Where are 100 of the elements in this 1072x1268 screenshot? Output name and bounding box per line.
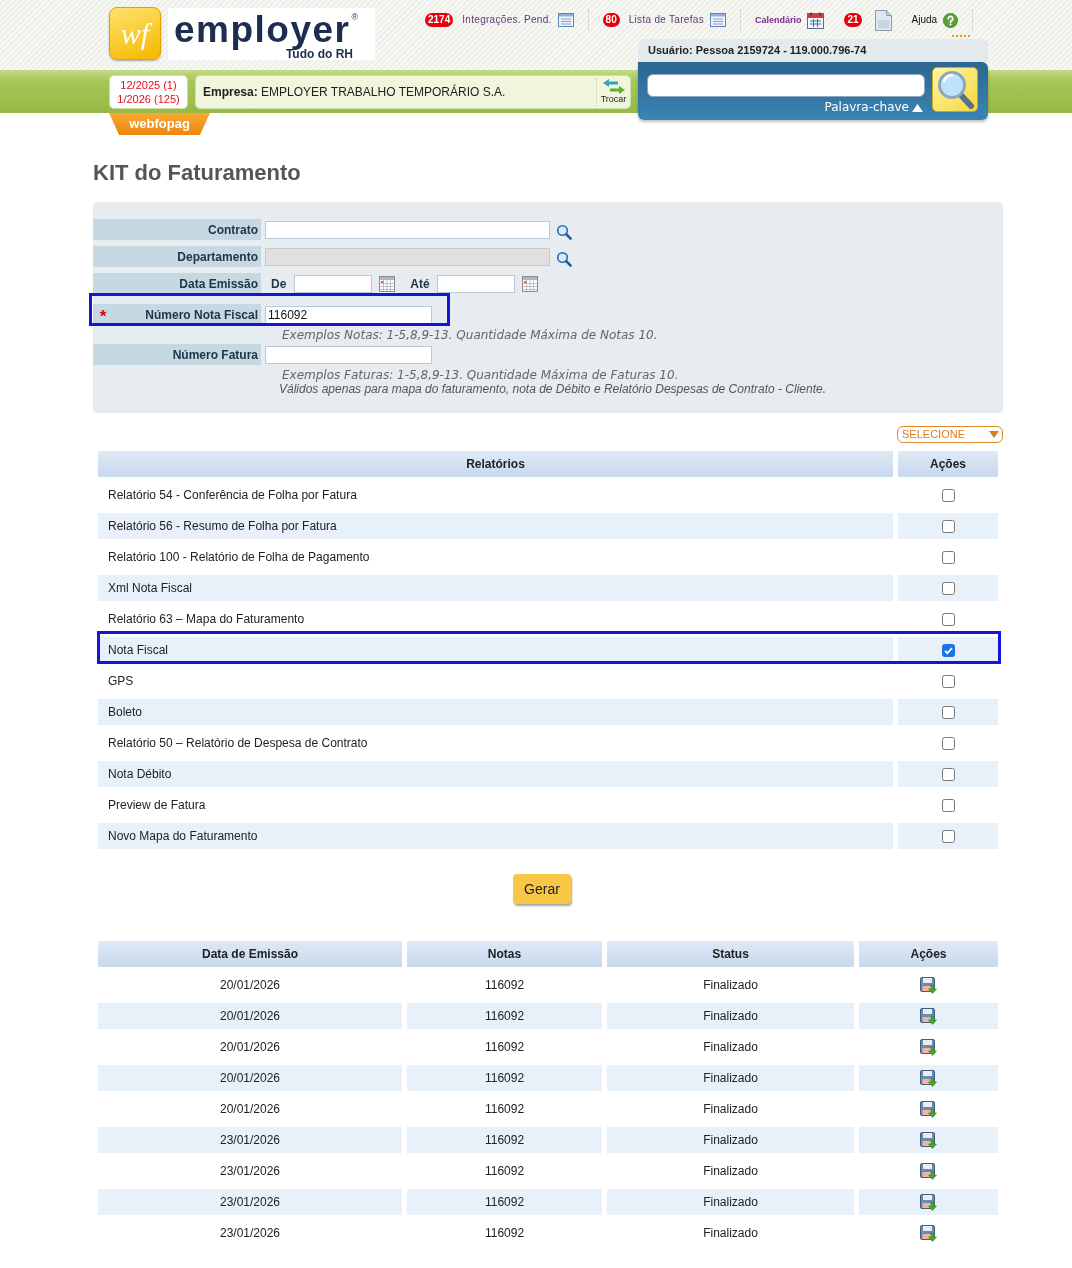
table-cell-text: Finalizado xyxy=(702,977,759,994)
period-link[interactable]: 12/2025 (1) xyxy=(120,77,177,92)
search-button[interactable] xyxy=(932,67,978,112)
table-cell-text: GPS xyxy=(107,673,135,690)
count-badge: 80 xyxy=(602,13,620,27)
table-cell: Finalizado xyxy=(607,1189,854,1215)
calendar-icon[interactable] xyxy=(807,11,825,29)
count-badge: 21 xyxy=(844,13,862,27)
checkbox[interactable] xyxy=(941,705,955,719)
table-cell: Nota Fiscal xyxy=(98,637,893,663)
checkbox[interactable] xyxy=(941,488,955,502)
input-field[interactable] xyxy=(265,220,550,239)
nav-link[interactable]: Calendário xyxy=(754,13,802,27)
checkbox[interactable] xyxy=(941,612,955,626)
table-cell-text: 23/01/2026 xyxy=(218,1225,282,1242)
column-header: Relatórios xyxy=(98,451,893,477)
checkbox[interactable] xyxy=(941,736,955,750)
column-header: Notas xyxy=(407,941,602,967)
column-header: Data de Emissão xyxy=(98,941,402,967)
column-header: Ações xyxy=(859,941,998,967)
list-icon[interactable] xyxy=(709,13,726,27)
table-cell-text: Preview de Fatura xyxy=(107,797,207,814)
table-cell-text: Relatório 100 - Relatório de Folha de Pagamento xyxy=(107,549,371,566)
table-cell-text: 20/01/2026 xyxy=(218,977,282,994)
floppy-download-icon[interactable] xyxy=(920,1193,937,1211)
input-field[interactable] xyxy=(265,345,432,364)
period-link[interactable]: 1/2026 (125) xyxy=(117,91,180,106)
table-cell-text: 116092 xyxy=(483,1039,526,1056)
table-cell: Novo Mapa do Faturamento xyxy=(98,823,893,849)
checkbox[interactable] xyxy=(941,643,955,657)
table-cell: 116092 xyxy=(407,1127,602,1153)
hint-text: Exemplos Notas: 1-5,8,9-13. Quantidade Máxima de Notas 10. xyxy=(282,328,658,342)
search-icon xyxy=(936,69,974,110)
search-field[interactable] xyxy=(647,74,925,97)
table-cell-text: 116092 xyxy=(483,1163,526,1180)
floppy-download-icon[interactable] xyxy=(920,1007,937,1025)
checkbox[interactable] xyxy=(941,829,955,843)
generate-button[interactable]: Gerar xyxy=(513,874,571,904)
checkbox[interactable] xyxy=(941,798,955,812)
table-cell-text: Relatório 54 - Conferência de Folha por Fatura xyxy=(107,487,358,504)
table-cell-text: 20/01/2026 xyxy=(218,1101,282,1118)
table-cell-text: 116092 xyxy=(483,1225,526,1242)
date-from-label: De xyxy=(271,275,287,293)
nav-link[interactable]: Integrações. Pend. xyxy=(462,13,552,27)
user-info: Usuário: Pessoa 2159724 - 119.000.796-74 xyxy=(638,39,988,62)
field-label: Departamento xyxy=(93,246,261,267)
checkbox[interactable] xyxy=(941,581,955,595)
floppy-download-icon[interactable] xyxy=(920,1038,937,1056)
floppy-download-icon[interactable] xyxy=(920,976,937,994)
table-cell: 20/01/2026 xyxy=(98,1065,402,1091)
input-field[interactable] xyxy=(294,274,373,293)
input-field[interactable] xyxy=(436,274,515,293)
table-cell-text: 23/01/2026 xyxy=(218,1163,282,1180)
table-cell-text: Finalizado xyxy=(702,1163,759,1180)
logo-tagline: Tudo do RH xyxy=(285,48,353,60)
keyword-toggle[interactable]: Palavra-chave xyxy=(824,100,923,115)
search-icon[interactable] xyxy=(556,223,572,240)
table-cell: 116092 xyxy=(407,1003,602,1029)
field-label: Data Emissão xyxy=(93,273,261,294)
required-mark: * xyxy=(93,304,113,325)
table-cell: Relatório 56 - Resumo de Folha por Fatura xyxy=(98,513,893,539)
caret-down-icon xyxy=(989,431,999,438)
table-cell-text: 116092 xyxy=(483,1101,526,1118)
checkbox[interactable] xyxy=(941,674,955,688)
table-cell-text: 20/01/2026 xyxy=(218,1039,282,1056)
floppy-download-icon[interactable] xyxy=(920,1224,937,1242)
field-label: Contrato xyxy=(93,219,261,240)
table-cell: Boleto xyxy=(98,699,893,725)
hint-text: Válidos apenas para mapa do faturamento, nota de Débito e Relatório Despesas de Contrato - Cliente. xyxy=(279,382,826,396)
nav-link[interactable]: Ajuda xyxy=(911,13,938,27)
logo-mark: wf xyxy=(109,7,161,60)
floppy-download-icon[interactable] xyxy=(920,1131,937,1149)
count-badge: 2174 xyxy=(425,13,454,27)
checkbox[interactable] xyxy=(941,550,955,564)
hint-text: Exemplos Faturas: 1-5,8,9-13. Quantidade Máxima de Faturas 10. xyxy=(282,368,679,382)
input-field[interactable]: 116092 xyxy=(265,305,432,324)
table-cell-text: Finalizado xyxy=(702,1101,759,1118)
switch-button[interactable]: Trocar xyxy=(596,77,630,106)
field-label: Número Nota Fiscal xyxy=(113,304,261,325)
floppy-download-icon[interactable] xyxy=(920,1069,937,1087)
company-name: Empresa: EMPLOYER TRABALHO TEMPORÁRIO S.A. xyxy=(203,83,506,101)
swap-arrows-icon xyxy=(602,79,625,94)
floppy-download-icon[interactable] xyxy=(920,1162,937,1180)
list-icon[interactable] xyxy=(557,13,574,27)
floppy-download-icon[interactable] xyxy=(920,1100,937,1118)
document-icon[interactable] xyxy=(874,9,892,31)
table-cell-text: 116092 xyxy=(483,977,526,994)
logo-wordmark: employer xyxy=(174,12,351,48)
checkbox[interactable] xyxy=(941,519,955,533)
table-cell: Finalizado xyxy=(607,1065,854,1091)
table-cell-text: Relatório 50 – Relatório de Despesa de Contrato xyxy=(107,735,369,752)
caret-up-icon xyxy=(912,103,923,112)
page-title: KIT do Faturamento xyxy=(93,160,301,186)
table-cell: Xml Nota Fiscal xyxy=(98,575,893,601)
help-icon[interactable] xyxy=(943,12,959,28)
table-cell-text: Relatório 63 – Mapa do Faturamento xyxy=(107,611,306,628)
table-cell: 20/01/2026 xyxy=(98,1003,402,1029)
nav-link[interactable]: Lista de Tarefas xyxy=(628,13,704,27)
field-label: Número Fatura xyxy=(93,344,261,365)
checkbox[interactable] xyxy=(941,767,955,781)
